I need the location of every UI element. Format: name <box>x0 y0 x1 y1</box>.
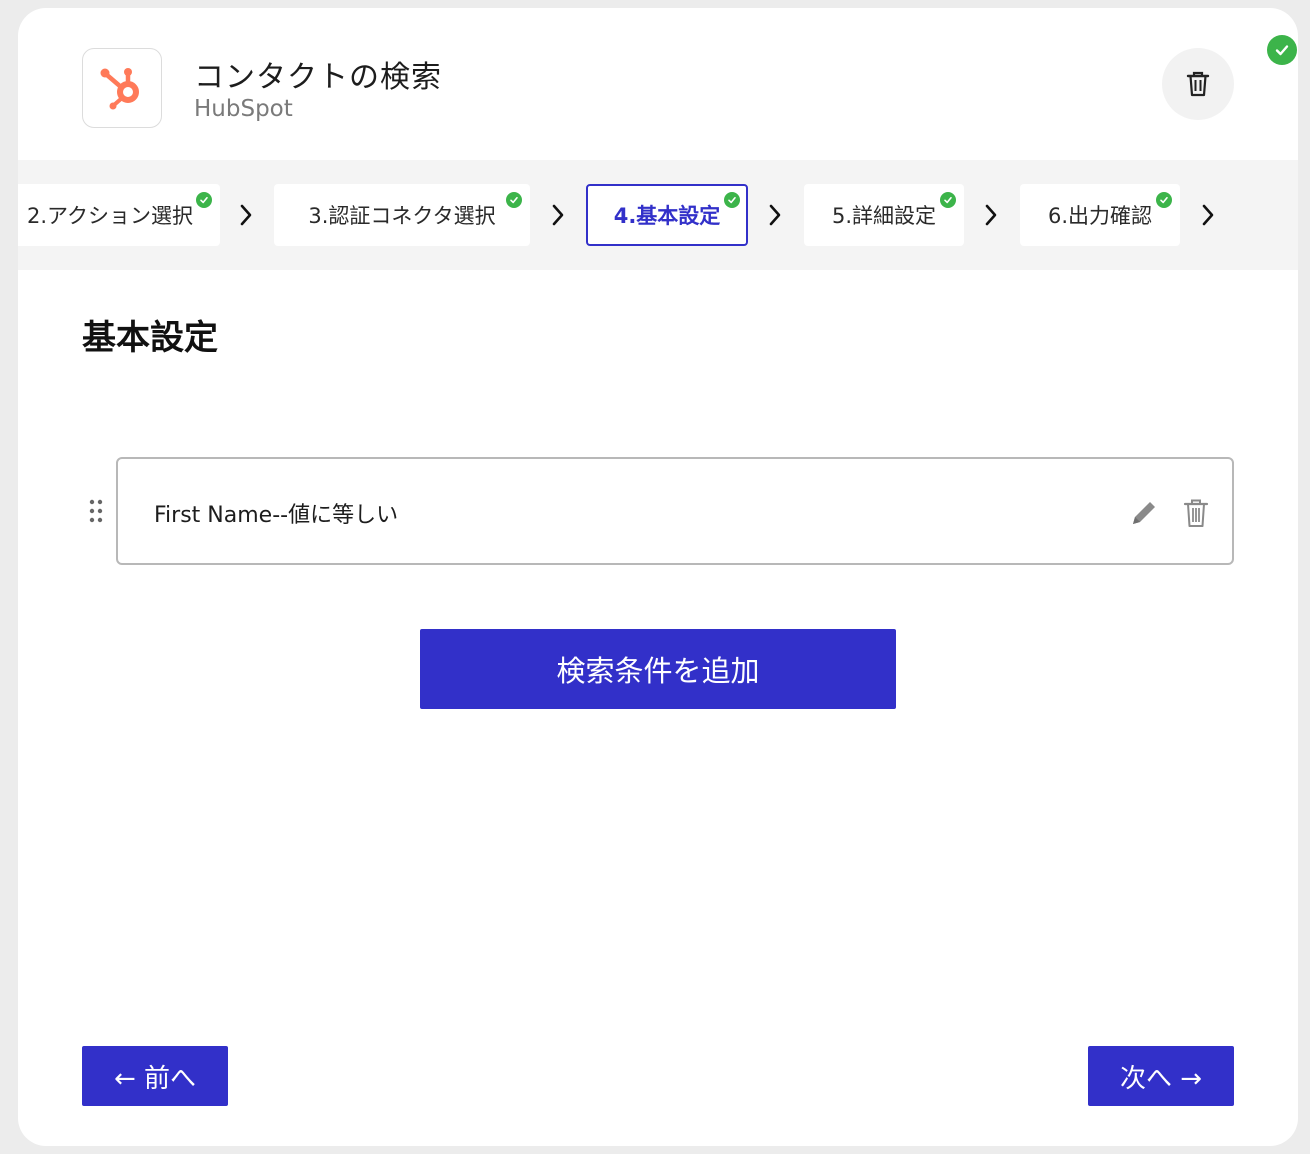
chevron-right-icon <box>764 200 786 230</box>
step-connector-select[interactable]: 3.認証コネクタ選択 <box>274 184 530 246</box>
next-button[interactable]: 次へ → <box>1088 1046 1234 1106</box>
page-title: コンタクトの検索 <box>194 60 442 95</box>
app-name: HubSpot <box>194 96 293 122</box>
chevron-right-icon <box>980 200 1002 230</box>
add-search-condition-button[interactable]: 検索条件を追加 <box>420 629 896 709</box>
step-label: 2.アクション選択 <box>27 204 193 228</box>
modal-card: コンタクトの検索 HubSpot 2.アクション選択 3.認証コネクタ選択 4.… <box>18 8 1298 1146</box>
step-navigation: 2.アクション選択 3.認証コネクタ選択 4.基本設定 5.詳細設定 6.出力確… <box>18 160 1298 270</box>
pencil-icon[interactable] <box>1128 497 1160 529</box>
drag-handle-icon[interactable] <box>88 498 104 524</box>
chevron-right-icon <box>547 200 569 230</box>
section-title: 基本設定 <box>82 318 218 358</box>
chevron-right-icon <box>235 200 257 230</box>
step-label: 3.認証コネクタ選択 <box>308 204 496 228</box>
search-condition-item[interactable]: First Name--値に等しい <box>116 457 1234 565</box>
prev-button[interactable]: ← 前へ <box>82 1046 228 1106</box>
step-output-confirm[interactable]: 6.出力確認 <box>1020 184 1180 246</box>
chevron-right-icon[interactable] <box>1197 200 1219 230</box>
step-action-select[interactable]: 2.アクション選択 <box>18 184 220 246</box>
trash-icon[interactable] <box>1182 497 1210 529</box>
trash-icon <box>1186 71 1210 97</box>
step-detail-settings[interactable]: 5.詳細設定 <box>804 184 964 246</box>
complete-check-icon <box>1267 35 1297 65</box>
delete-operation-button[interactable] <box>1162 48 1234 120</box>
step-label: 5.詳細設定 <box>831 204 937 228</box>
step-complete-icon <box>1156 192 1172 208</box>
step-label: 4.基本設定 <box>613 204 721 228</box>
hubspot-sprocket-icon <box>100 68 139 110</box>
step-label: 6.出力確認 <box>1047 204 1153 228</box>
condition-text: First Name--値に等しい <box>154 503 399 528</box>
step-complete-icon <box>940 192 956 208</box>
step-complete-icon <box>196 192 212 208</box>
hubspot-logo <box>82 48 162 128</box>
step-basic-settings[interactable]: 4.基本設定 <box>586 184 748 246</box>
step-complete-icon <box>506 192 522 208</box>
step-complete-icon <box>724 192 740 208</box>
